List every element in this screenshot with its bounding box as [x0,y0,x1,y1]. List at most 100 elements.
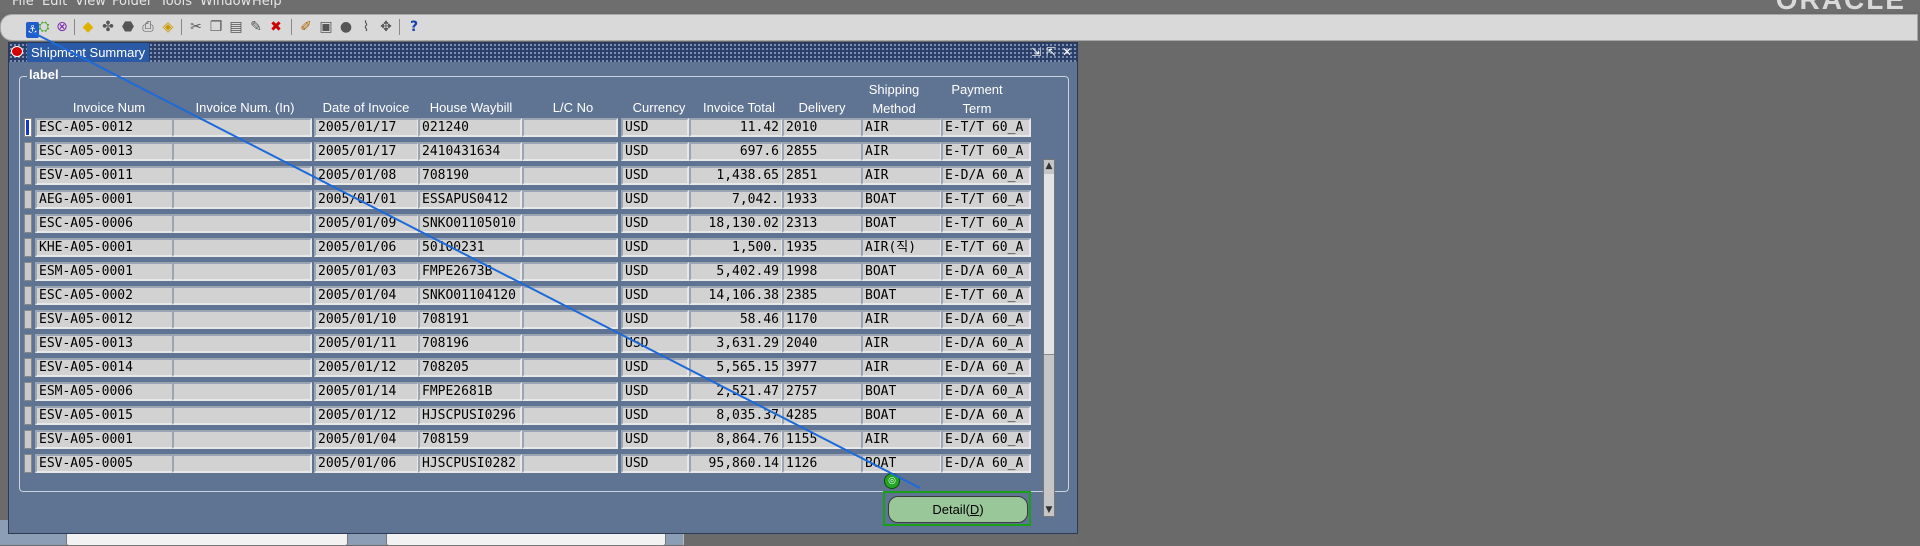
scroll-down-icon[interactable]: ▼ [1044,504,1054,516]
cell-house-waybill[interactable]: HJSCPUSI0296 [418,406,522,425]
cell-date-of-invoice[interactable]: 2005/01/17 [314,142,419,161]
cell-shipping-method[interactable]: AIR [861,334,942,353]
cell-currency[interactable]: USD [621,310,689,329]
row-indicator[interactable] [24,118,32,137]
cell-date-of-invoice[interactable]: 2005/01/08 [314,166,419,185]
cell-delivery[interactable]: 1126 [782,454,863,473]
copy-icon[interactable]: ❐ [207,18,225,36]
row-indicator[interactable] [24,430,32,449]
cell-payment-term[interactable]: E-D/A 60_A [941,454,1031,473]
cell-delivery[interactable]: 2385 [782,286,863,305]
cell-date-of-invoice[interactable]: 2005/01/10 [314,310,419,329]
cell-currency[interactable]: USD [621,430,689,449]
cell-date-of-invoice[interactable]: 2005/01/01 [314,190,419,209]
cell-house-waybill[interactable]: 708196 [418,334,522,353]
cell-lc-no[interactable] [522,238,618,257]
menu-help[interactable]: Help [252,0,282,9]
cell-house-waybill[interactable]: 50100231 [418,238,522,257]
delete-record-icon[interactable]: ✖ [267,18,285,36]
cell-delivery[interactable]: 1155 [782,430,863,449]
cell-invoice-num-in[interactable] [172,454,312,473]
scroll-thumb[interactable] [1044,174,1054,355]
cell-invoice-total[interactable]: 1,500. [689,238,783,257]
cell-invoice-total[interactable]: 14,106.38 [689,286,783,305]
cell-currency[interactable]: USD [621,286,689,305]
scroll-up-icon[interactable]: ▲ [1044,160,1054,172]
cell-date-of-invoice[interactable]: 2005/01/06 [314,238,419,257]
vertical-scrollbar[interactable]: ▲ ▼ [1043,159,1055,517]
cell-date-of-invoice[interactable]: 2005/01/09 [314,214,419,233]
cell-currency[interactable]: USD [621,166,689,185]
edit-field-icon[interactable]: ✐ [297,18,315,36]
cell-invoice-total[interactable]: 697.6 [689,142,783,161]
maximize-icon[interactable]: ⇱ [1044,44,1058,60]
cell-shipping-method[interactable]: BOAT [861,454,942,473]
cell-delivery[interactable]: 1933 [782,190,863,209]
cell-house-waybill[interactable]: HJSCPUSI0282 [418,454,522,473]
cell-delivery[interactable]: 2855 [782,142,863,161]
cell-invoice-num-in[interactable] [172,142,312,161]
cell-currency[interactable]: USD [621,118,689,137]
cell-house-waybill[interactable]: 708159 [418,430,522,449]
cell-delivery[interactable]: 1935 [782,238,863,257]
row-indicator[interactable] [24,262,32,281]
cell-date-of-invoice[interactable]: 2005/01/03 [314,262,419,281]
cell-house-waybill[interactable]: 708190 [418,166,522,185]
cell-currency[interactable]: USD [621,358,689,377]
detail-button[interactable]: Detail(D) [888,496,1028,523]
cell-shipping-method[interactable]: BOAT [861,286,942,305]
cell-lc-no[interactable] [522,142,618,161]
cell-invoice-num[interactable]: ESV-A05-0015 [35,406,175,425]
close-form-icon[interactable]: ◈ [159,18,177,36]
cell-lc-no[interactable] [522,286,618,305]
cell-payment-term[interactable]: E-D/A 60_A [941,334,1031,353]
cell-shipping-method[interactable]: AIR [861,358,942,377]
cell-shipping-method[interactable]: AIR [861,118,942,137]
row-indicator[interactable] [24,142,32,161]
cell-currency[interactable]: USD [621,334,689,353]
cell-lc-no[interactable] [522,262,618,281]
cell-delivery[interactable]: 2040 [782,334,863,353]
cell-lc-no[interactable] [522,118,618,137]
print-icon[interactable]: ⎙ [139,18,157,36]
cell-date-of-invoice[interactable]: 2005/01/06 [314,454,419,473]
cell-lc-no[interactable] [522,190,618,209]
row-indicator[interactable] [24,310,32,329]
cell-lc-no[interactable] [522,214,618,233]
cell-invoice-num[interactable]: ESC-A05-0012 [35,118,175,137]
cell-invoice-total[interactable]: 5,565.15 [689,358,783,377]
cell-lc-no[interactable] [522,358,618,377]
cell-invoice-num-in[interactable] [172,238,312,257]
cell-delivery[interactable]: 2313 [782,214,863,233]
cell-house-waybill[interactable]: FMPE2681B [418,382,522,401]
cell-delivery[interactable]: 1998 [782,262,863,281]
cell-payment-term[interactable]: E-D/A 60_A [941,430,1031,449]
close-icon[interactable]: ✕ [1060,44,1074,60]
help-icon[interactable]: ? [405,18,423,36]
cell-lc-no[interactable] [522,310,618,329]
row-indicator[interactable] [24,454,32,473]
cell-house-waybill[interactable]: 2410431634 [418,142,522,161]
cell-invoice-num[interactable]: ESV-A05-0014 [35,358,175,377]
menu-folder[interactable]: Folder [112,0,152,9]
cell-invoice-total[interactable]: 8,864.76 [689,430,783,449]
row-indicator[interactable] [24,382,32,401]
cell-invoice-num[interactable]: ESM-A05-0001 [35,262,175,281]
menu-window[interactable]: Window [200,0,251,9]
row-indicator[interactable] [24,286,32,305]
cell-delivery[interactable]: 2851 [782,166,863,185]
zoom-in-icon[interactable]: ▣ [317,18,335,36]
cell-delivery[interactable]: 2010 [782,118,863,137]
cell-invoice-num-in[interactable] [172,382,312,401]
next-step-icon[interactable]: ✤ [99,18,117,36]
cell-invoice-num[interactable]: KHE-A05-0001 [35,238,175,257]
cell-currency[interactable]: USD [621,238,689,257]
cell-lc-no[interactable] [522,454,618,473]
cell-date-of-invoice[interactable]: 2005/01/14 [314,382,419,401]
cell-currency[interactable]: USD [621,214,689,233]
cell-house-waybill[interactable]: SNKO01104120 [418,286,522,305]
cell-invoice-num-in[interactable] [172,214,312,233]
cell-invoice-num[interactable]: AEG-A05-0001 [35,190,175,209]
cell-payment-term[interactable]: E-D/A 60_A [941,406,1031,425]
translations-icon[interactable]: ● [337,18,355,36]
